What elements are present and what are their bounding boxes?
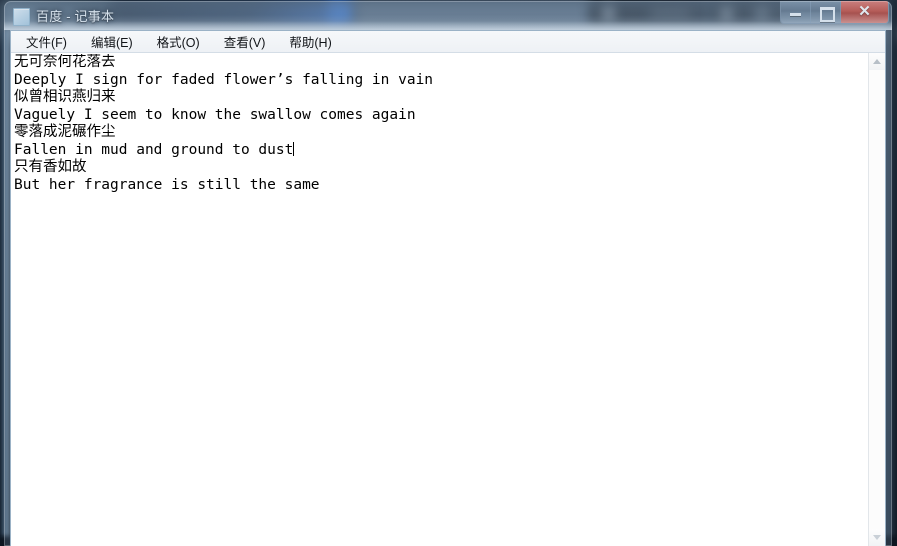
menu-item-edit[interactable]: 编辑(E)	[88, 30, 136, 53]
close-button[interactable]: ✕	[841, 1, 888, 23]
menu-bar: 文件(F) 编辑(E) 格式(O) 查看(V) 帮助(H)	[11, 31, 885, 53]
window-controls: ✕	[780, 1, 889, 24]
editor-line: Deeply I sign for faded flower’s falling…	[14, 72, 867, 90]
scrollbar-track[interactable]	[869, 70, 885, 529]
menu-item-help[interactable]: 帮助(H)	[286, 30, 334, 53]
minimize-icon	[790, 13, 801, 16]
editor-line: 无可奈何花落去	[14, 54, 867, 72]
text-caret	[293, 142, 294, 156]
scroll-up-arrow-icon	[873, 59, 881, 64]
menu-item-view[interactable]: 查看(V)	[221, 30, 269, 53]
text-area-container[interactable]: 无可奈何花落去Deeply I sign for faded flower’s …	[11, 53, 885, 546]
title-bar-highlight	[4, 21, 892, 30]
menu-item-file[interactable]: 文件(F)	[23, 30, 70, 53]
maximize-icon	[820, 7, 835, 22]
title-bar[interactable]: 百度 - 记事本 ✕	[4, 1, 892, 30]
window-client-area: 文件(F) 编辑(E) 格式(O) 查看(V) 帮助(H) 无可奈何花落去Dee…	[10, 30, 886, 546]
window-title: 百度 - 记事本	[36, 6, 114, 25]
editor-line: Vaguely I seem to know the swallow comes…	[14, 107, 867, 125]
scroll-down-button[interactable]	[869, 529, 885, 546]
editor-line: 似曾相识燕归来	[14, 89, 867, 107]
scroll-up-button[interactable]	[869, 53, 885, 70]
menu-item-format[interactable]: 格式(O)	[154, 30, 203, 53]
notepad-document-icon	[13, 8, 30, 26]
maximize-button[interactable]	[811, 1, 841, 23]
editor-line: Fallen in mud and ground to dust	[14, 142, 867, 160]
notepad-window: 百度 - 记事本 ✕ 文件(F) 编辑(E) 格式(O) 查看(V) 帮助(H)…	[4, 1, 892, 546]
close-icon: ✕	[841, 3, 888, 21]
vertical-scrollbar[interactable]	[868, 53, 885, 546]
editor-line: But her fragrance is still the same	[14, 177, 867, 195]
text-editor[interactable]: 无可奈何花落去Deeply I sign for faded flower’s …	[14, 54, 867, 546]
editor-line: 零落成泥碾作尘	[14, 124, 867, 142]
minimize-button[interactable]	[781, 1, 811, 23]
editor-line: 只有香如故	[14, 159, 867, 177]
